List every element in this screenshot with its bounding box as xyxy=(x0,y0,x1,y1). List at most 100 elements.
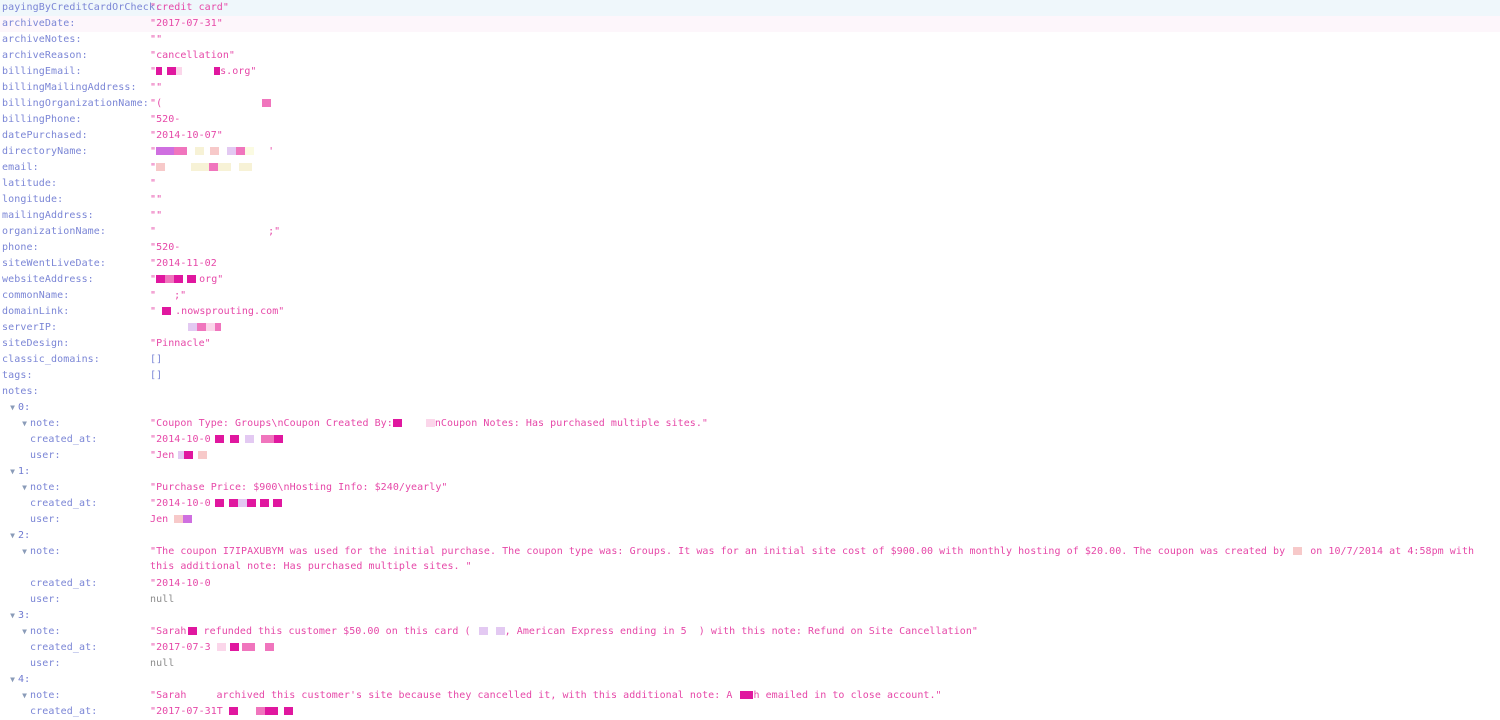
property-value[interactable] xyxy=(150,320,221,336)
note-field-row[interactable]: ▼ note: "Purchase Price: $900\nHosting Inf… xyxy=(0,480,1500,496)
note-field-row[interactable]: ▼ note: "Sarah refunded this customer $50.… xyxy=(0,624,1500,640)
value-text: "2014-10-07" xyxy=(150,130,223,141)
property-row[interactable]: archiveNotes: "" xyxy=(0,32,1500,48)
user-row[interactable]: user: Jen xyxy=(0,512,1500,528)
created-at-value[interactable]: "2014-10-0 xyxy=(150,432,283,448)
note-index-row[interactable]: ▼ 4: xyxy=(0,672,1500,688)
property-value[interactable]: "" xyxy=(150,80,162,96)
note-value[interactable]: "Sarah refunded this customer $50.00 on … xyxy=(150,624,978,640)
user-row[interactable]: user: null xyxy=(0,592,1500,608)
note-index-row[interactable]: ▼ 3: xyxy=(0,608,1500,624)
disclosure-triangle-icon[interactable]: ▼ xyxy=(20,416,29,432)
value-text: " xyxy=(150,226,157,237)
disclosure-triangle-icon[interactable]: ▼ xyxy=(8,464,17,480)
property-key: domainLink: xyxy=(2,306,70,317)
disclosure-triangle-icon[interactable]: ▼ xyxy=(20,544,29,560)
property-value[interactable]: "520- xyxy=(150,240,180,256)
property-row[interactable]: billingPhone: "520- xyxy=(0,112,1500,128)
disclosure-triangle-icon[interactable]: ▼ xyxy=(20,688,29,704)
property-row[interactable]: organizationName: " ;" xyxy=(0,224,1500,240)
property-row[interactable]: payingByCreditCardOrCheck: "credit card" xyxy=(0,0,1500,16)
created-at-row[interactable]: created_at: "2017-07-31T xyxy=(0,704,1500,720)
redacted-block xyxy=(272,499,282,507)
property-value[interactable]: "" xyxy=(150,32,162,48)
property-row[interactable]: phone: "520- xyxy=(0,240,1500,256)
note-index-row[interactable]: ▼ 2: xyxy=(0,528,1500,544)
property-row[interactable]: commonName: " ;" xyxy=(0,288,1500,304)
created-at-value[interactable]: "2014-10-0 xyxy=(150,496,282,512)
note-index-row[interactable]: ▼ 1: xyxy=(0,464,1500,480)
property-row[interactable]: archiveReason: "cancellation" xyxy=(0,48,1500,64)
property-row[interactable]: directoryName: " ' xyxy=(0,144,1500,160)
property-row[interactable]: domainLink: " .nowsprouting.com" xyxy=(0,304,1500,320)
property-row[interactable]: billingEmail: " s.org" xyxy=(0,64,1500,80)
note-value[interactable]: "Sarah archived this customer's site beca… xyxy=(150,688,942,704)
property-value[interactable]: " s.org" xyxy=(150,64,257,80)
property-row[interactable]: siteDesign: "Pinnacle" xyxy=(0,336,1500,352)
disclosure-triangle-icon[interactable]: ▼ xyxy=(8,608,17,624)
property-value[interactable]: "520- xyxy=(150,112,180,128)
created-at-row[interactable]: created_at: "2014-10-0 xyxy=(0,496,1500,512)
note-field-row[interactable]: ▼ note: "The coupon I7IPAXUBYM was used fo… xyxy=(0,544,1500,576)
user-value[interactable]: null xyxy=(150,656,174,672)
user-text: "Jen xyxy=(150,450,175,461)
property-value[interactable]: " xyxy=(150,176,156,192)
note-value[interactable]: "Coupon Type: Groups\nCoupon Created By:… xyxy=(150,416,708,432)
property-row[interactable]: longitude: "" xyxy=(0,192,1500,208)
property-value[interactable]: " ;" xyxy=(150,224,280,240)
property-value[interactable]: " ' xyxy=(150,144,274,160)
property-value[interactable]: [] xyxy=(150,368,162,384)
property-row[interactable]: mailingAddress: "" xyxy=(0,208,1500,224)
redacted-block xyxy=(156,275,166,283)
redacted-block xyxy=(156,147,175,155)
disclosure-triangle-icon[interactable]: ▼ xyxy=(20,480,29,496)
disclosure-triangle-icon[interactable]: ▼ xyxy=(8,400,17,416)
note-field-row[interactable]: ▼ note: "Sarah archived this customer's sit… xyxy=(0,688,1500,704)
property-row[interactable]: serverIP: xyxy=(0,320,1500,336)
user-value[interactable]: null xyxy=(150,592,174,608)
created-at-value[interactable]: "2014-10-0 xyxy=(150,576,211,592)
disclosure-triangle-icon[interactable]: ▼ xyxy=(8,672,17,688)
property-value[interactable]: "" xyxy=(150,192,162,208)
note-field-row[interactable]: ▼ note: "Coupon Type: Groups\nCoupon Creat… xyxy=(0,416,1500,432)
property-row[interactable]: archiveDate: "2017-07-31" xyxy=(0,16,1500,32)
note-value[interactable]: "Purchase Price: $900\nHosting Info: $24… xyxy=(150,480,447,496)
property-value[interactable]: "credit card" xyxy=(150,0,229,16)
disclosure-triangle-icon[interactable]: ▼ xyxy=(20,624,29,640)
property-value[interactable]: "2017-07-31" xyxy=(150,16,223,32)
note-value[interactable]: "The coupon I7IPAXUBYM was used for the … xyxy=(150,544,1495,574)
created-at-row[interactable]: created_at: "2014-10-0 xyxy=(0,432,1500,448)
created-at-row[interactable]: created_at: "2017-07-3 xyxy=(0,640,1500,656)
disclosure-triangle-icon[interactable]: ▼ xyxy=(8,528,17,544)
property-row[interactable]: datePurchased: "2014-10-07" xyxy=(0,128,1500,144)
property-row[interactable]: email: " xyxy=(0,160,1500,176)
property-value[interactable]: " ;" xyxy=(150,288,186,304)
user-value[interactable]: "Jen xyxy=(150,448,208,464)
created-at-value[interactable]: "2017-07-31T xyxy=(150,704,293,720)
property-value[interactable]: "Pinnacle" xyxy=(150,336,211,352)
property-value[interactable]: "" xyxy=(150,208,162,224)
property-row[interactable]: notes: xyxy=(0,384,1500,400)
property-row[interactable]: websiteAddress: " org" xyxy=(0,272,1500,288)
property-value[interactable]: "2014-11-02 xyxy=(150,256,217,272)
object-inspector-tree[interactable]: payingByCreditCardOrCheck: "credit card" a… xyxy=(0,0,1500,720)
user-row[interactable]: user: "Jen xyxy=(0,448,1500,464)
note-index-row[interactable]: ▼ 0: xyxy=(0,400,1500,416)
property-row[interactable]: latitude: " xyxy=(0,176,1500,192)
property-row[interactable]: tags: [] xyxy=(0,368,1500,384)
property-row[interactable]: siteWentLiveDate: "2014-11-02 xyxy=(0,256,1500,272)
property-value[interactable]: " .nowsprouting.com" xyxy=(150,304,284,320)
user-value[interactable]: Jen xyxy=(150,512,193,528)
property-value[interactable]: " org" xyxy=(150,272,223,288)
user-row[interactable]: user: null xyxy=(0,656,1500,672)
created-at-row[interactable]: created_at: "2014-10-0 xyxy=(0,576,1500,592)
property-row[interactable]: classic_domains: [] xyxy=(0,352,1500,368)
property-value[interactable]: " xyxy=(150,160,253,176)
property-row[interactable]: billingMailingAddress: "" xyxy=(0,80,1500,96)
property-value[interactable]: "cancellation" xyxy=(150,48,235,64)
property-row[interactable]: billingOrganizationName: "( xyxy=(0,96,1500,112)
property-value[interactable]: [] xyxy=(150,352,162,368)
property-value[interactable]: "2014-10-07" xyxy=(150,128,223,144)
property-value[interactable]: "( xyxy=(150,96,272,112)
created-at-value[interactable]: "2017-07-3 xyxy=(150,640,274,656)
